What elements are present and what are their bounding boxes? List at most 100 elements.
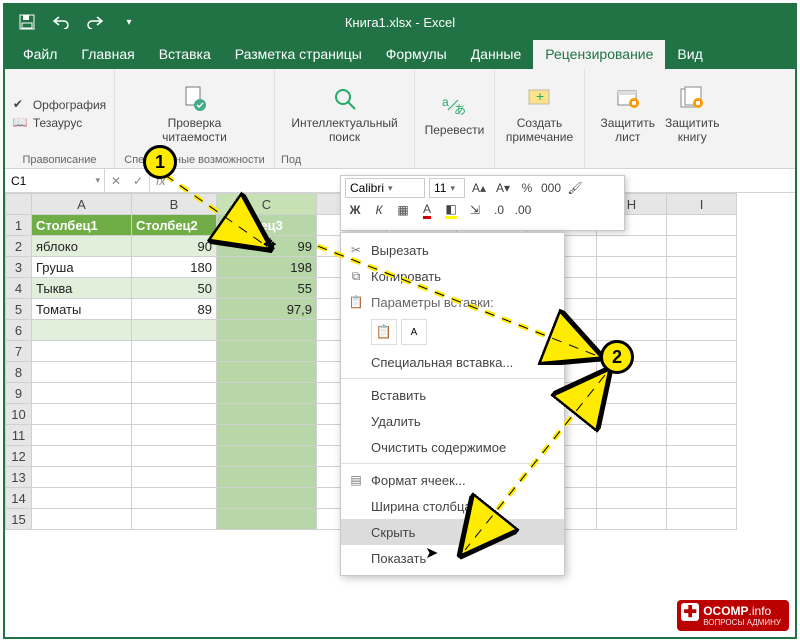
paste-option-2[interactable]: A (401, 319, 427, 345)
percent-icon[interactable]: % (517, 178, 537, 198)
ctx-paste-special[interactable]: Специальная вставка... (341, 349, 564, 375)
cell[interactable]: Столбец1 (32, 215, 132, 236)
decrease-font-icon[interactable]: A▾ (493, 178, 513, 198)
plus-icon: ✚ (681, 603, 699, 621)
bold-button[interactable]: Ж (345, 200, 365, 220)
redo-button[interactable] (81, 8, 109, 36)
accessibility-button[interactable]: Проверка читаемости (162, 83, 227, 143)
font-select[interactable]: Calibri (345, 178, 425, 198)
cursor-pointer-icon: ➤ (425, 543, 438, 563)
ctx-insert[interactable]: Вставить (341, 382, 564, 408)
cell[interactable]: Столбец2 (132, 215, 217, 236)
tab-data[interactable]: Данные (459, 40, 534, 69)
row-header[interactable]: 1 (6, 215, 32, 236)
row-header[interactable]: 11 (6, 425, 32, 446)
comma-icon[interactable]: 000 (541, 178, 561, 198)
ctx-delete[interactable]: Удалить (341, 408, 564, 434)
tab-view[interactable]: Вид (665, 40, 714, 69)
clipboard-icon: 📋 (347, 295, 365, 309)
row-header[interactable]: 13 (6, 467, 32, 488)
increase-decimal-icon[interactable]: .00 (513, 200, 533, 220)
cell[interactable]: Груша (32, 257, 132, 278)
select-all-corner[interactable] (6, 194, 32, 215)
row-header[interactable]: 3 (6, 257, 32, 278)
row-header[interactable]: 7 (6, 341, 32, 362)
cell[interactable] (667, 236, 737, 257)
fill-color-icon[interactable]: ◧ (441, 200, 461, 220)
row-header[interactable]: 5 (6, 299, 32, 320)
row-header[interactable]: 6 (6, 320, 32, 341)
annotation-badge-1: 1 (143, 145, 177, 179)
tab-insert[interactable]: Вставка (147, 40, 223, 69)
undo-button[interactable] (47, 8, 75, 36)
row-header[interactable]: 14 (6, 488, 32, 509)
cell[interactable] (667, 257, 737, 278)
quick-access-toolbar: ▾ (5, 8, 143, 36)
ctx-show[interactable]: Показать (341, 545, 564, 571)
smart-lookup-button[interactable]: Интеллектуальный поиск (291, 83, 397, 143)
save-button[interactable] (13, 8, 41, 36)
increase-font-icon[interactable]: A▴ (469, 178, 489, 198)
ctx-copy[interactable]: ⧉Копировать (341, 263, 564, 289)
row-header[interactable]: 8 (6, 362, 32, 383)
tab-file[interactable]: Файл (11, 40, 69, 69)
cell[interactable]: 180 (132, 257, 217, 278)
protect-sheet-button[interactable]: Защитить лист (601, 83, 655, 143)
tab-review[interactable]: Рецензирование (533, 40, 665, 69)
format-cells-icon: ▤ (347, 473, 365, 487)
thesaurus-button[interactable]: 📖Тезаурус (13, 115, 82, 131)
row-header[interactable]: 4 (6, 278, 32, 299)
col-header-c[interactable]: C (217, 194, 317, 215)
new-comment-button[interactable]: + Создать примечание (506, 83, 573, 143)
ctx-cut[interactable]: ✂Вырезать (341, 237, 564, 263)
merge-icon[interactable]: ⇲ (465, 200, 485, 220)
cell[interactable]: 50 (132, 278, 217, 299)
tab-page-layout[interactable]: Разметка страницы (223, 40, 374, 69)
ctx-hide[interactable]: Скрыть (341, 519, 564, 545)
qat-customize[interactable]: ▾ (115, 8, 143, 36)
decrease-decimal-icon[interactable]: .0 (489, 200, 509, 220)
translate-button[interactable]: aあ Перевести (425, 90, 485, 137)
ctx-format-cells[interactable]: ▤Формат ячеек... (341, 467, 564, 493)
row-header[interactable]: 9 (6, 383, 32, 404)
cell[interactable] (597, 299, 667, 320)
ctx-clear[interactable]: Очистить содержимое (341, 434, 564, 460)
cell[interactable]: 89 (132, 299, 217, 320)
cell[interactable]: 97,9 (217, 299, 317, 320)
ctx-column-width[interactable]: Ширина столбца... (341, 493, 564, 519)
paste-option-1[interactable]: 📋 (371, 319, 397, 345)
cell[interactable] (667, 278, 737, 299)
borders-icon[interactable]: ▦ (393, 200, 413, 220)
cell[interactable] (597, 236, 667, 257)
cell[interactable]: Столбец3 (217, 215, 317, 236)
cancel-formula-button[interactable]: ✕ (105, 174, 127, 188)
cell[interactable]: яблоко (32, 236, 132, 257)
search-icon (329, 83, 361, 115)
col-header-a[interactable]: A (32, 194, 132, 215)
protect-workbook-button[interactable]: Защитить книгу (665, 83, 719, 143)
font-size-select[interactable]: 11 (429, 178, 465, 198)
row-header[interactable]: 2 (6, 236, 32, 257)
format-painter-icon[interactable]: 🖌 (565, 178, 585, 198)
tab-home[interactable]: Главная (69, 40, 146, 69)
row-header[interactable]: 10 (6, 404, 32, 425)
cell[interactable]: Томаты (32, 299, 132, 320)
cell[interactable]: 55 (217, 278, 317, 299)
cell[interactable] (597, 257, 667, 278)
italic-button[interactable]: К (369, 200, 389, 220)
cell[interactable]: 90 (132, 236, 217, 257)
row-header[interactable]: 15 (6, 509, 32, 530)
spelling-button[interactable]: ✔Орфография (13, 97, 106, 113)
tab-formulas[interactable]: Формулы (374, 40, 459, 69)
row-header[interactable]: 12 (6, 446, 32, 467)
col-header-i[interactable]: I (667, 194, 737, 215)
cell[interactable] (667, 299, 737, 320)
name-box[interactable]: C1 (5, 169, 105, 192)
cell[interactable] (597, 278, 667, 299)
cell[interactable]: Тыква (32, 278, 132, 299)
cell[interactable] (667, 215, 737, 236)
col-header-b[interactable]: B (132, 194, 217, 215)
font-color-icon[interactable]: A (417, 200, 437, 220)
cell[interactable]: 198 (217, 257, 317, 278)
enter-formula-button[interactable]: ✓ (127, 174, 149, 188)
